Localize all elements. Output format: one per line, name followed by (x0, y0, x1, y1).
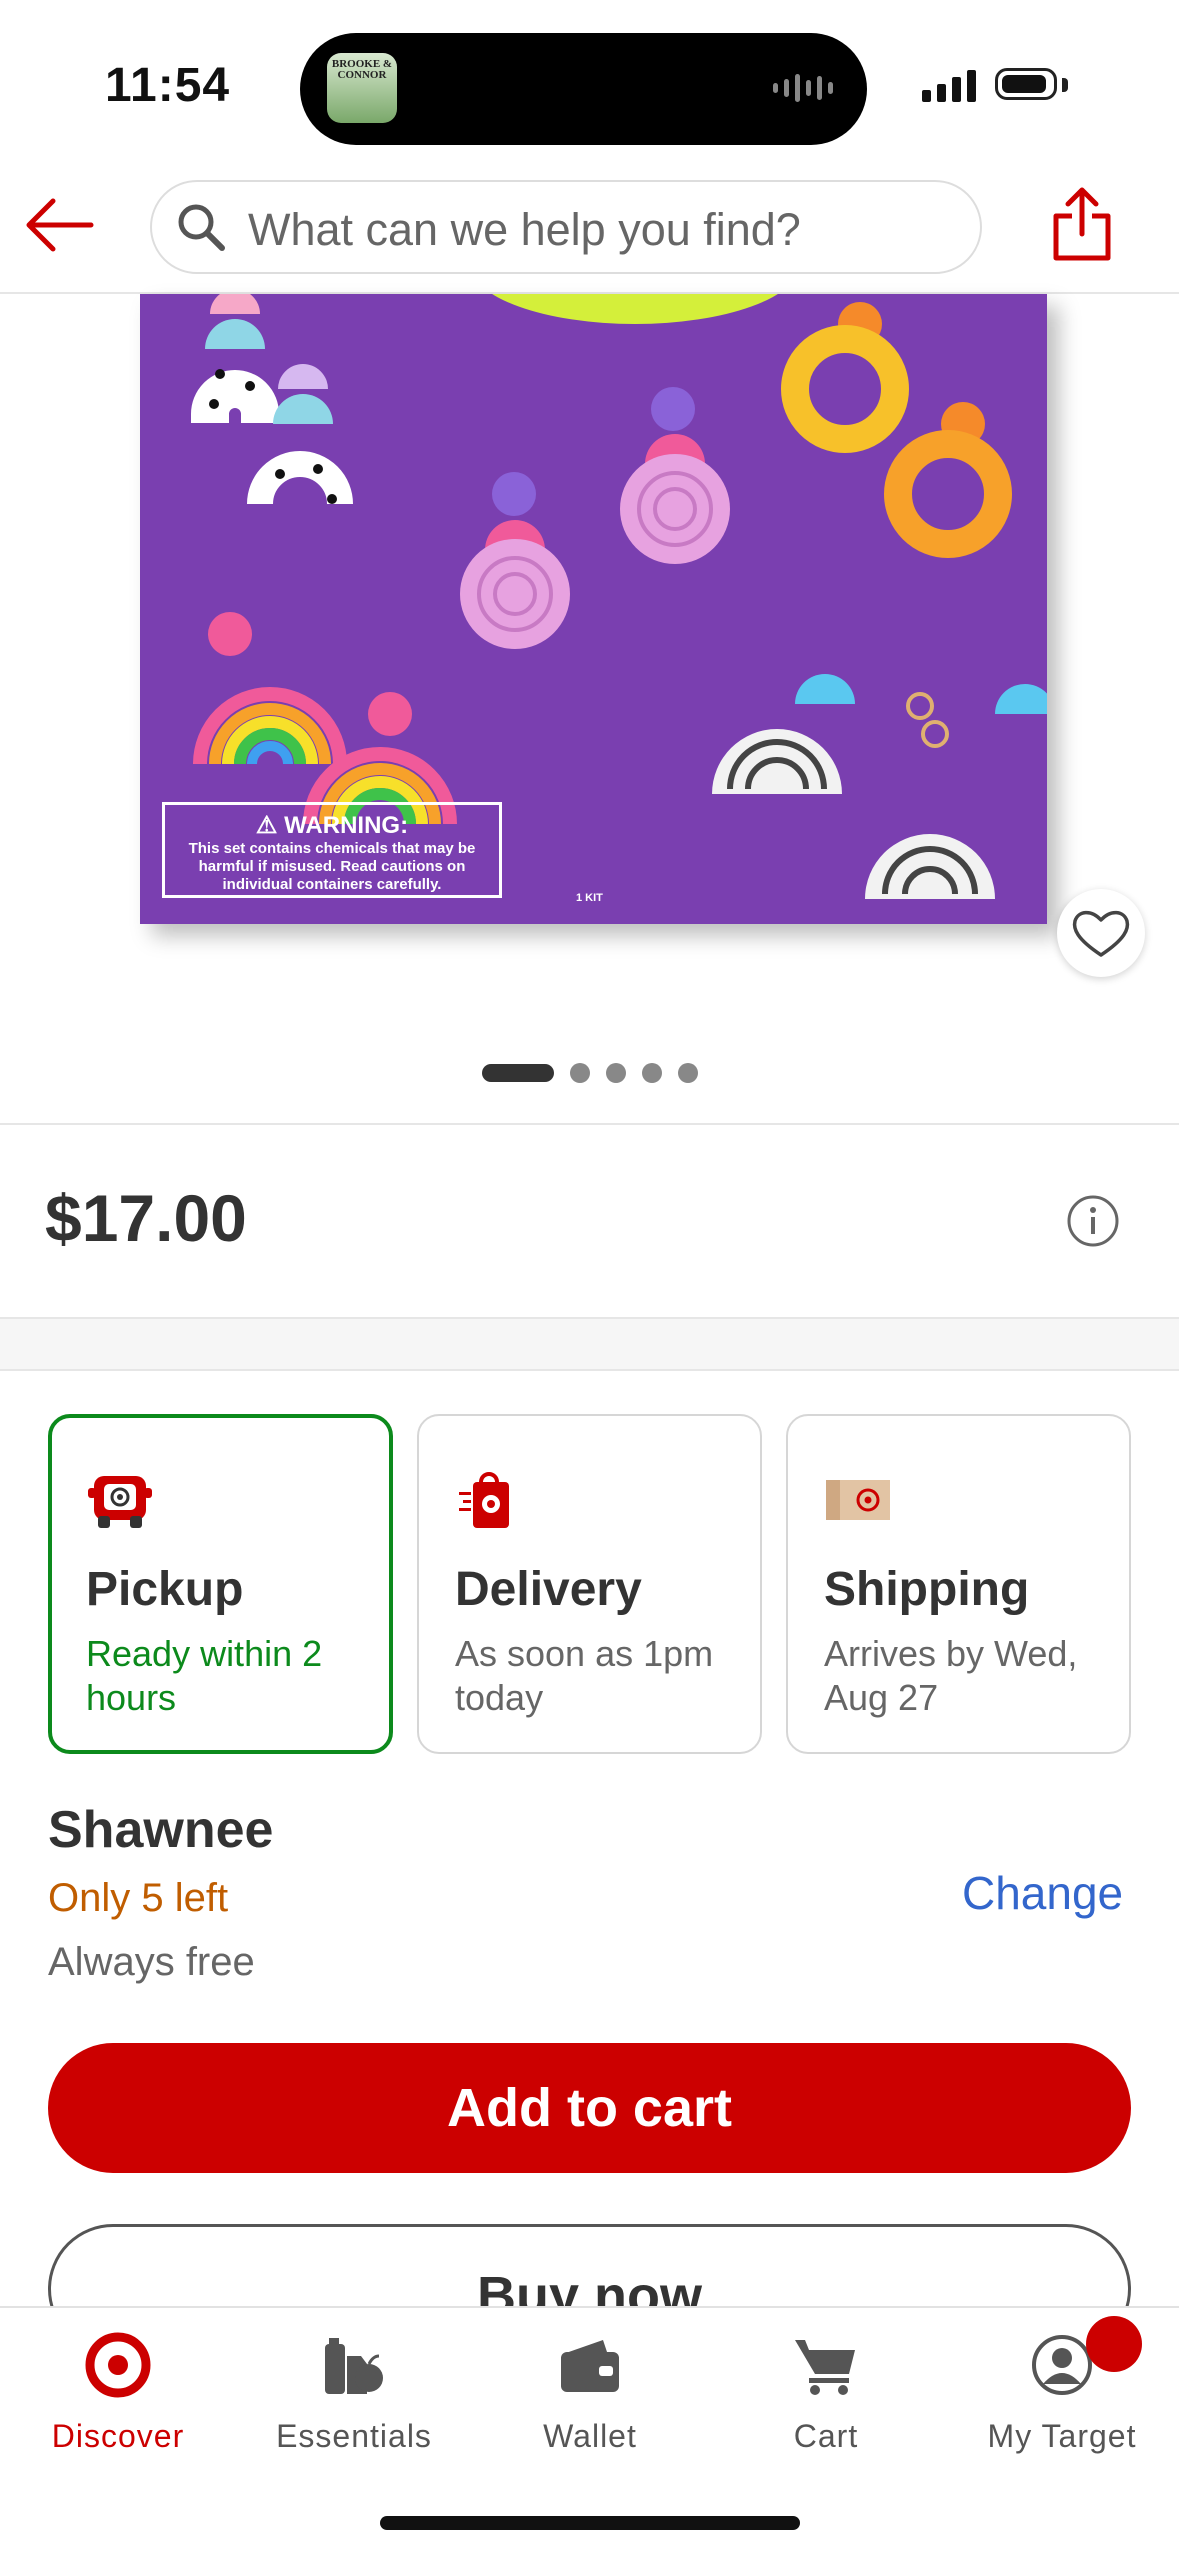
product-price: $17.00 (45, 1181, 247, 1255)
fulfillment-subtitle: Ready within 2 hours (86, 1633, 323, 1718)
target-logo-icon (85, 2332, 151, 2398)
status-time: 11:54 (105, 59, 231, 112)
tab-label: Cart (793, 2418, 859, 2454)
fulfillment-title: Delivery (455, 1563, 642, 1616)
kit-label: 1 KIT (576, 892, 603, 904)
divider (0, 1123, 1179, 1125)
tab-cart[interactable]: Cart (708, 2308, 944, 2488)
fulfillment-shipping[interactable]: Shipping Arrives by Wed, Aug 27 (786, 1414, 1131, 1754)
cart-icon (795, 2340, 855, 2395)
store-name: Shawnee (48, 1801, 274, 1859)
search-placeholder: What can we help you find? (248, 204, 801, 255)
fulfillment-delivery[interactable]: Delivery As soon as 1pm today (417, 1414, 762, 1754)
share-icon[interactable] (1050, 184, 1114, 264)
fulfillment-subtitle: As soon as 1pm today (455, 1633, 714, 1718)
essentials-icon (325, 2338, 383, 2394)
battery-cap (1062, 78, 1068, 92)
carousel-indicator[interactable] (482, 1063, 698, 1083)
pickup-cost: Always free (48, 1940, 255, 1984)
add-to-cart-button[interactable]: Add to cart (48, 2043, 1131, 2173)
warning-label: ⚠ WARNING: This set contains chemicals t… (162, 802, 502, 898)
tab-label: Wallet (543, 2418, 637, 2454)
tab-essentials[interactable]: Essentials (236, 2308, 472, 2488)
tab-my-target[interactable]: My Target (944, 2308, 1179, 2488)
section-separator (0, 1317, 1179, 1371)
battery-icon (995, 68, 1057, 100)
wallet-icon (561, 2340, 619, 2392)
carousel-dot[interactable] (570, 1063, 590, 1083)
tab-discover[interactable]: Discover (0, 2308, 236, 2488)
info-icon[interactable] (1066, 1194, 1120, 1248)
carousel-dot[interactable] (606, 1063, 626, 1083)
fulfillment-title: Shipping (824, 1563, 1030, 1616)
stock-status: Only 5 left (48, 1876, 229, 1920)
audio-waveform-icon (773, 73, 833, 103)
now-playing-artwork: BROOKE & CONNOR (327, 53, 397, 123)
notification-badge (1086, 2316, 1142, 2372)
warning-title: ⚠ WARNING: (255, 812, 409, 839)
fulfillment-pickup[interactable]: Pickup Ready within 2 hours (48, 1414, 393, 1754)
tab-label: My Target (987, 2418, 1137, 2454)
shipping-box-icon (826, 1480, 890, 1520)
search-icon (178, 204, 225, 251)
pickup-car-icon (88, 1476, 152, 1528)
tab-label: Essentials (276, 2418, 432, 2454)
fulfillment-title: Pickup (86, 1563, 244, 1616)
favorite-button[interactable] (1057, 889, 1145, 977)
change-store-link[interactable]: Change (962, 1866, 1123, 1920)
cellular-signal-icon (922, 68, 976, 102)
search-input[interactable]: What can we help you find? (150, 180, 982, 274)
carousel-dot[interactable] (642, 1063, 662, 1083)
tab-wallet[interactable]: Wallet (472, 2308, 708, 2488)
dynamic-island[interactable]: BROOKE & CONNOR (300, 33, 867, 145)
artwork-title: BROOKE & CONNOR (331, 58, 393, 81)
product-image[interactable]: ⚠ WARNING: This set contains chemicals t… (140, 294, 1047, 924)
heart-icon (1072, 910, 1130, 957)
home-indicator[interactable] (380, 2516, 800, 2530)
carousel-dot[interactable] (678, 1063, 698, 1083)
carousel-dot-active[interactable] (482, 1064, 554, 1082)
fulfillment-subtitle: Arrives by Wed, Aug 27 (824, 1633, 1078, 1718)
warning-body: This set contains chemicals that may be … (188, 840, 476, 893)
back-arrow-icon[interactable] (25, 195, 95, 255)
delivery-bag-icon (459, 1472, 509, 1528)
tab-label: Discover (51, 2418, 185, 2454)
